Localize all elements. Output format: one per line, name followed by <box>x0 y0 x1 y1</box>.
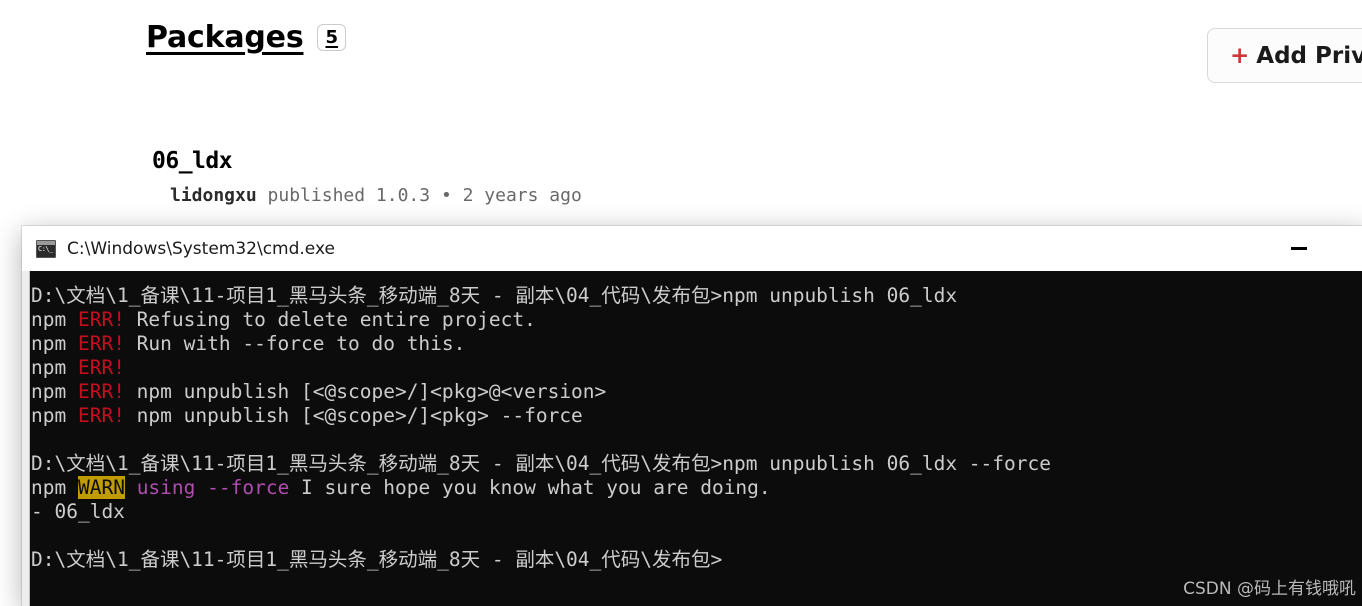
page-title[interactable]: Packages <box>146 20 304 55</box>
add-private-package-button[interactable]: + Add Private <box>1207 28 1362 83</box>
package-list: 06_ldx lidongxu published 1.0.3 • 2 year… <box>152 148 582 206</box>
minimize-icon <box>1291 247 1307 250</box>
terminal-text-segment: npm <box>31 308 78 331</box>
terminal-text-segment: npm <box>31 476 78 499</box>
terminal-line: npm ERR! Refusing to delete entire proje… <box>31 308 1362 332</box>
terminal-line: D:\文档\1_备课\11-项目1_黑马头条_移动端_8天 - 副本\04_代码… <box>31 548 1362 572</box>
terminal-line: D:\文档\1_备课\11-项目1_黑马头条_移动端_8天 - 副本\04_代码… <box>31 452 1362 476</box>
terminal-text-segment: I sure hope you know what you are doing. <box>289 476 771 499</box>
terminal-text-segment: D:\文档\1_备课\11-项目1_黑马头条_移动端_8天 - 副本\04_代码… <box>31 284 958 307</box>
packages-header: Packages 5 <box>146 20 347 55</box>
package-meta: lidongxu published 1.0.3 • 2 years ago <box>170 185 582 206</box>
packages-count-badge: 5 <box>317 24 347 51</box>
terminal-text-segment: npm unpublish [<@scope>/]<pkg>@<version> <box>124 380 607 403</box>
terminal-line: npm WARN using --force I sure hope you k… <box>31 476 1362 500</box>
scrollbar[interactable] <box>22 271 30 606</box>
terminal-text-segment: ERR! <box>77 404 125 427</box>
cmd-body: D:\文档\1_备课\11-项目1_黑马头条_移动端_8天 - 副本\04_代码… <box>22 271 1362 606</box>
terminal-text-segment: ERR! <box>77 332 125 355</box>
terminal-line: D:\文档\1_备课\11-项目1_黑马头条_移动端_8天 - 副本\04_代码… <box>31 284 1362 308</box>
package-meta-text: published 1.0.3 • 2 years ago <box>267 185 582 206</box>
terminal-text-segment: D:\文档\1_备课\11-项目1_黑马头条_移动端_8天 - 副本\04_代码… <box>31 548 723 571</box>
package-author[interactable]: lidongxu <box>170 185 257 206</box>
cmd-icon <box>36 239 56 258</box>
terminal-line: npm ERR! npm unpublish [<@scope>/]<pkg> … <box>31 404 1362 428</box>
package-publish-info: published 1.0.3 • 2 years ago <box>257 185 582 206</box>
terminal-line: npm ERR! Run with --force to do this. <box>31 332 1362 356</box>
terminal-line: npm ERR! <box>31 356 1362 380</box>
terminal-text-segment: Refusing to delete entire project. <box>124 308 536 331</box>
plus-icon: + <box>1230 42 1250 69</box>
terminal-text-segment: npm unpublish [<@scope>/]<pkg> --force <box>124 404 583 427</box>
terminal-text-segment: npm <box>31 356 78 379</box>
add-private-package-label: Add Private <box>1256 42 1362 69</box>
csdn-watermark: CSDN @码上有钱哦吼 <box>1183 579 1356 599</box>
list-item[interactable]: 06_ldx lidongxu published 1.0.3 • 2 year… <box>152 148 582 206</box>
terminal-line: npm ERR! npm unpublish [<@scope>/]<pkg>@… <box>31 380 1362 404</box>
terminal-text-segment: npm <box>31 404 78 427</box>
cmd-titlebar[interactable]: C:\Windows\System32\cmd.exe <box>22 226 1362 271</box>
cmd-window-title: C:\Windows\System32\cmd.exe <box>67 238 335 259</box>
terminal-output[interactable]: D:\文档\1_备课\11-项目1_黑马头条_移动端_8天 - 副本\04_代码… <box>31 271 1362 606</box>
terminal-text-segment: ERR! <box>77 308 125 331</box>
terminal-text-segment: ERR! <box>77 356 125 379</box>
terminal-text-segment: npm <box>31 380 78 403</box>
terminal-text-segment: WARN <box>77 476 125 499</box>
terminal-line: - 06_ldx <box>31 500 1362 524</box>
terminal-text-segment: D:\文档\1_备课\11-项目1_黑马头条_移动端_8天 - 副本\04_代码… <box>31 452 1051 475</box>
minimize-button[interactable] <box>1276 226 1322 271</box>
terminal-text-segment: using --force <box>136 476 290 499</box>
cmd-window[interactable]: C:\Windows\System32\cmd.exe D:\文档\1_备课\1… <box>22 226 1362 606</box>
terminal-text-segment: - 06_ldx <box>31 500 125 523</box>
package-name-link[interactable]: 06_ldx <box>152 148 582 174</box>
terminal-text-segment: npm <box>31 332 78 355</box>
terminal-text-segment: Run with --force to do this. <box>124 332 466 355</box>
terminal-text-segment: ERR! <box>77 380 125 403</box>
